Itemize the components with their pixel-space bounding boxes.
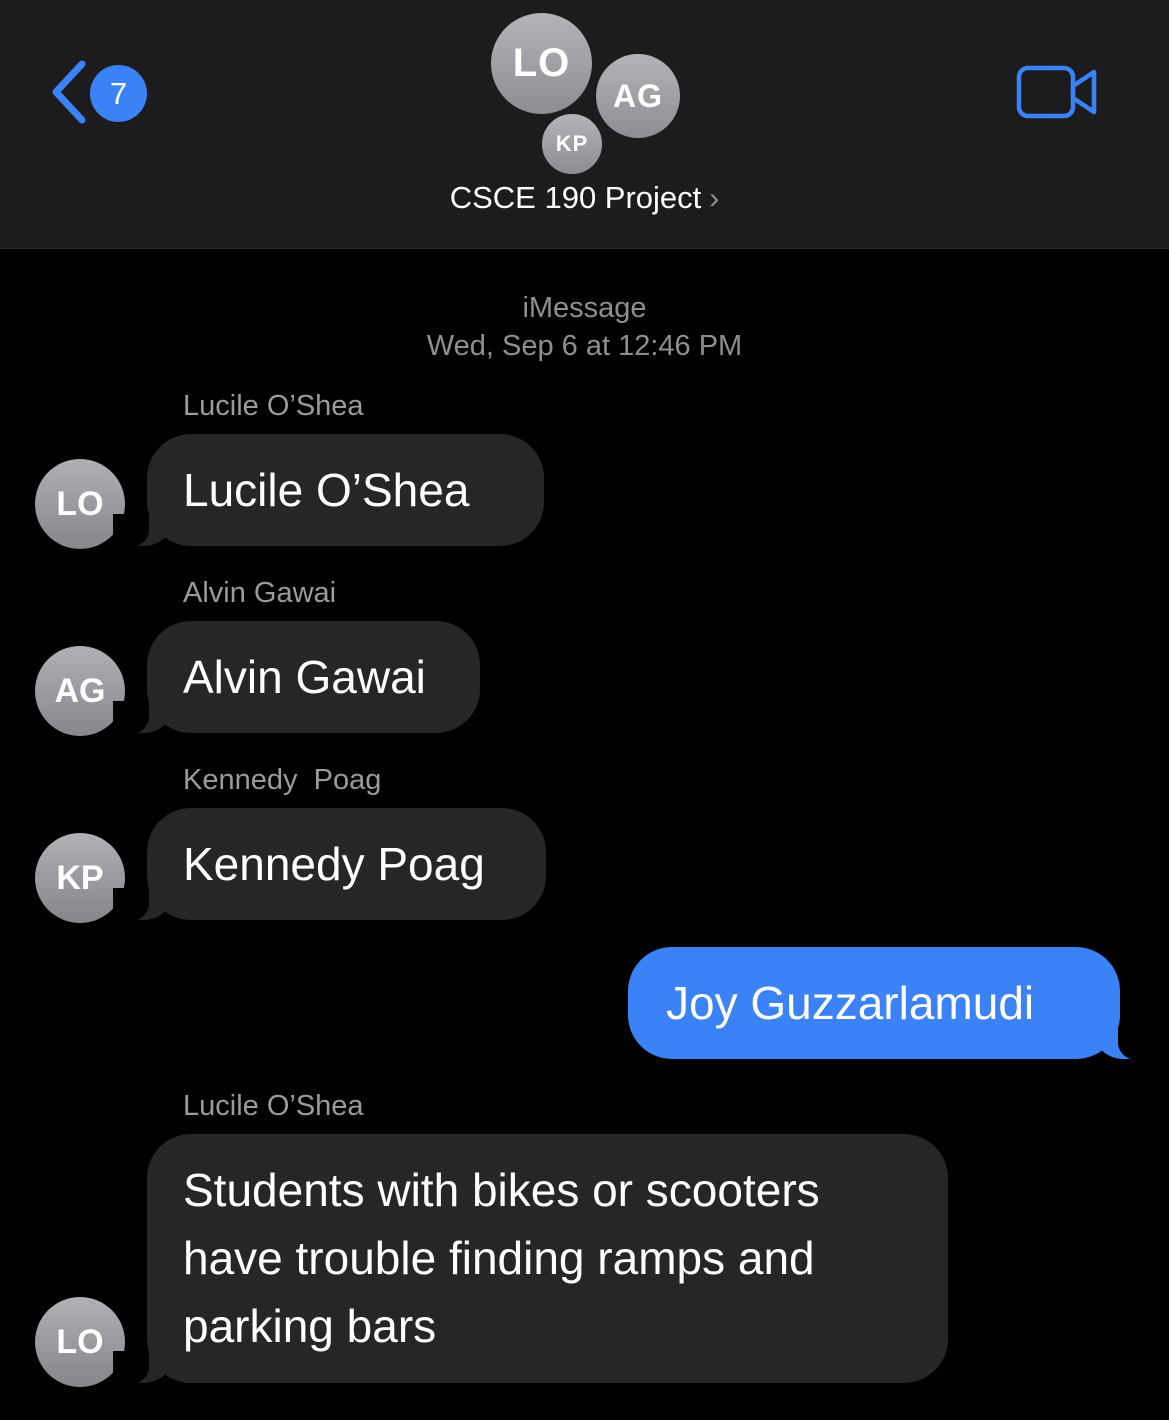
sender-avatar[interactable]: KP [35,833,125,923]
message-text: Lucile O’Shea [183,464,470,516]
message-text: Students with bikes or scooters have tro… [183,1164,820,1352]
message-timestamp: Wed, Sep 6 at 12:46 PM [426,330,743,362]
message-text: Joy Guzzarlamudi [666,977,1035,1029]
message-bubble[interactable]: Kennedy Poag [113,808,546,922]
message-bubble[interactable]: Students with bikes or scooters have tro… [113,1134,948,1385]
conversation-info: iMessage Wed, Sep 6 at 12:46 PM [0,289,1169,365]
sender-name: Lucile O’Shea [183,1090,364,1122]
outgoing-message-bubble[interactable]: Joy Guzzarlamudi [628,947,1154,1061]
video-camera-icon [1016,65,1097,119]
facetime-video-button[interactable] [1016,65,1098,119]
group-name-button[interactable]: CSCE 190 Project › [0,180,1169,216]
sender-avatar[interactable]: AG [35,646,125,736]
group-avatar-lo[interactable]: LO [491,13,592,114]
sender-name: Alvin Gawai [183,577,337,609]
service-name: iMessage [522,292,647,324]
chevron-right-icon: › [709,182,720,215]
unread-count-badge: 7 [90,65,147,122]
conversation-header: 7 LO AG KP CSCE 190 Project › [0,0,1169,249]
message-bubble[interactable]: Lucile O’Shea [113,434,544,548]
chevron-left-icon [52,60,86,124]
group-name: CSCE 190 Project [449,180,702,215]
message-text: Kennedy Poag [183,838,485,890]
back-button[interactable]: 7 [40,56,155,128]
message-bubble[interactable]: Alvin Gawai [113,621,480,735]
group-avatar-ag[interactable]: AG [596,54,680,138]
group-avatar-kp[interactable]: KP [540,112,604,176]
message-text: Alvin Gawai [183,651,426,703]
sender-avatar[interactable]: LO [35,1297,125,1387]
sender-name: Kennedy Poag [183,764,382,796]
sender-avatar[interactable]: LO [35,459,125,549]
sender-name: Lucile O’Shea [183,390,364,422]
